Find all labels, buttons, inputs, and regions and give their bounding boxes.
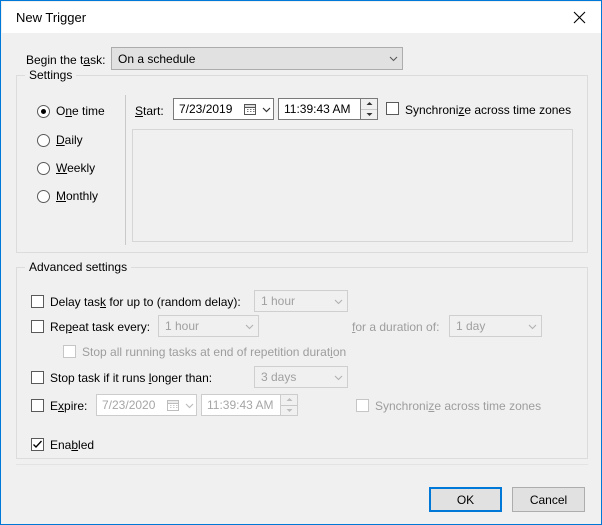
delay-task-label: Delay task for up to (random delay): bbox=[50, 295, 241, 309]
ok-button[interactable]: OK bbox=[429, 487, 502, 512]
radio-one-time-label: One time bbox=[56, 104, 105, 118]
repeat-task-combobox[interactable]: 1 hour bbox=[158, 315, 259, 337]
start-time-spinner[interactable] bbox=[360, 99, 377, 119]
ok-button-label: OK bbox=[456, 492, 475, 507]
expire-sync-time-zones-label: Synchronize across time zones bbox=[375, 399, 542, 413]
chevron-down-icon bbox=[330, 372, 347, 383]
start-time-value: 11:39:43 AM bbox=[284, 102, 351, 116]
stop-task-longer-checkbox[interactable] bbox=[31, 371, 44, 384]
footer-separator bbox=[16, 464, 588, 465]
sync-time-zones-label: Synchronize across time zones bbox=[405, 103, 572, 117]
repeat-task-checkbox[interactable] bbox=[31, 320, 44, 333]
delay-task-value: 1 hour bbox=[261, 294, 296, 308]
spinner-up-icon[interactable] bbox=[281, 395, 297, 406]
repeat-task-value: 1 hour bbox=[165, 319, 200, 333]
radio-daily[interactable] bbox=[37, 134, 50, 147]
expire-label: Expire: bbox=[50, 399, 88, 413]
start-date-field[interactable]: 7/23/2019 bbox=[173, 98, 274, 120]
window-title: New Trigger bbox=[16, 10, 87, 25]
stop-all-running-tasks-label: Stop all running tasks at end of repetit… bbox=[82, 345, 347, 359]
calendar-icon bbox=[164, 399, 182, 411]
start-date-dropdown-icon[interactable] bbox=[259, 106, 273, 113]
advanced-settings-group-title: Advanced settings bbox=[25, 260, 132, 274]
start-date-value: 7/23/2019 bbox=[179, 102, 233, 116]
title-bar: New Trigger bbox=[2, 2, 601, 33]
expire-date-dropdown-icon[interactable] bbox=[182, 402, 196, 409]
expire-date-value: 7/23/2020 bbox=[102, 398, 156, 412]
close-button[interactable] bbox=[557, 2, 601, 33]
duration-combobox[interactable]: 1 day bbox=[449, 315, 542, 337]
calendar-icon bbox=[241, 103, 259, 115]
cancel-button[interactable]: Cancel bbox=[512, 487, 585, 512]
expire-time-field[interactable]: 11:39:43 AM bbox=[201, 394, 298, 416]
expire-date-field[interactable]: 7/23/2020 bbox=[96, 394, 197, 416]
radio-monthly-label: Monthly bbox=[56, 189, 99, 203]
expire-sync-time-zones-checkbox[interactable] bbox=[356, 399, 369, 412]
start-label: Start: bbox=[135, 104, 164, 118]
stop-task-longer-combobox[interactable]: 3 days bbox=[254, 366, 348, 388]
sync-time-zones-checkbox[interactable] bbox=[386, 102, 399, 115]
enabled-label: Enabled bbox=[50, 438, 95, 452]
cancel-button-label: Cancel bbox=[529, 492, 568, 507]
check-mark-icon bbox=[33, 440, 42, 448]
duration-value: 1 day bbox=[456, 319, 486, 333]
new-trigger-dialog: New Trigger Begin the task: On a schedul… bbox=[0, 0, 602, 525]
chevron-down-icon bbox=[330, 296, 347, 307]
settings-separator bbox=[125, 95, 126, 245]
stop-all-running-tasks-checkbox[interactable] bbox=[63, 345, 76, 358]
expire-time-value: 11:39:43 AM bbox=[207, 398, 274, 412]
schedule-detail-pane bbox=[132, 129, 573, 242]
spinner-up-icon[interactable] bbox=[361, 99, 377, 110]
enabled-checkbox[interactable] bbox=[31, 438, 44, 451]
stop-task-longer-value: 3 days bbox=[261, 370, 297, 384]
radio-weekly-label: Weekly bbox=[56, 161, 96, 175]
repeat-task-label: Repeat task every: bbox=[50, 320, 151, 334]
begin-task-label: Begin the task: bbox=[26, 53, 106, 67]
settings-group-title: Settings bbox=[25, 68, 77, 82]
delay-task-checkbox[interactable] bbox=[31, 295, 44, 308]
radio-weekly[interactable] bbox=[37, 162, 50, 175]
expire-checkbox[interactable] bbox=[31, 399, 44, 412]
close-icon bbox=[573, 11, 586, 24]
start-time-field[interactable]: 11:39:43 AM bbox=[278, 98, 378, 120]
spinner-down-icon[interactable] bbox=[281, 405, 297, 415]
chevron-down-icon bbox=[241, 321, 258, 332]
stop-task-longer-label: Stop task if it runs longer than: bbox=[50, 371, 213, 385]
spinner-down-icon[interactable] bbox=[361, 109, 377, 119]
begin-task-value: On a schedule bbox=[118, 51, 196, 66]
radio-one-time[interactable] bbox=[37, 105, 50, 118]
radio-monthly[interactable] bbox=[37, 190, 50, 203]
expire-time-spinner[interactable] bbox=[280, 395, 297, 415]
delay-task-combobox[interactable]: 1 hour bbox=[254, 290, 348, 312]
chevron-down-icon bbox=[524, 321, 541, 332]
chevron-down-icon bbox=[385, 53, 402, 64]
duration-label: for a duration of: bbox=[352, 320, 440, 334]
begin-task-combobox[interactable]: On a schedule bbox=[111, 47, 403, 70]
radio-daily-label: Daily bbox=[56, 133, 83, 147]
